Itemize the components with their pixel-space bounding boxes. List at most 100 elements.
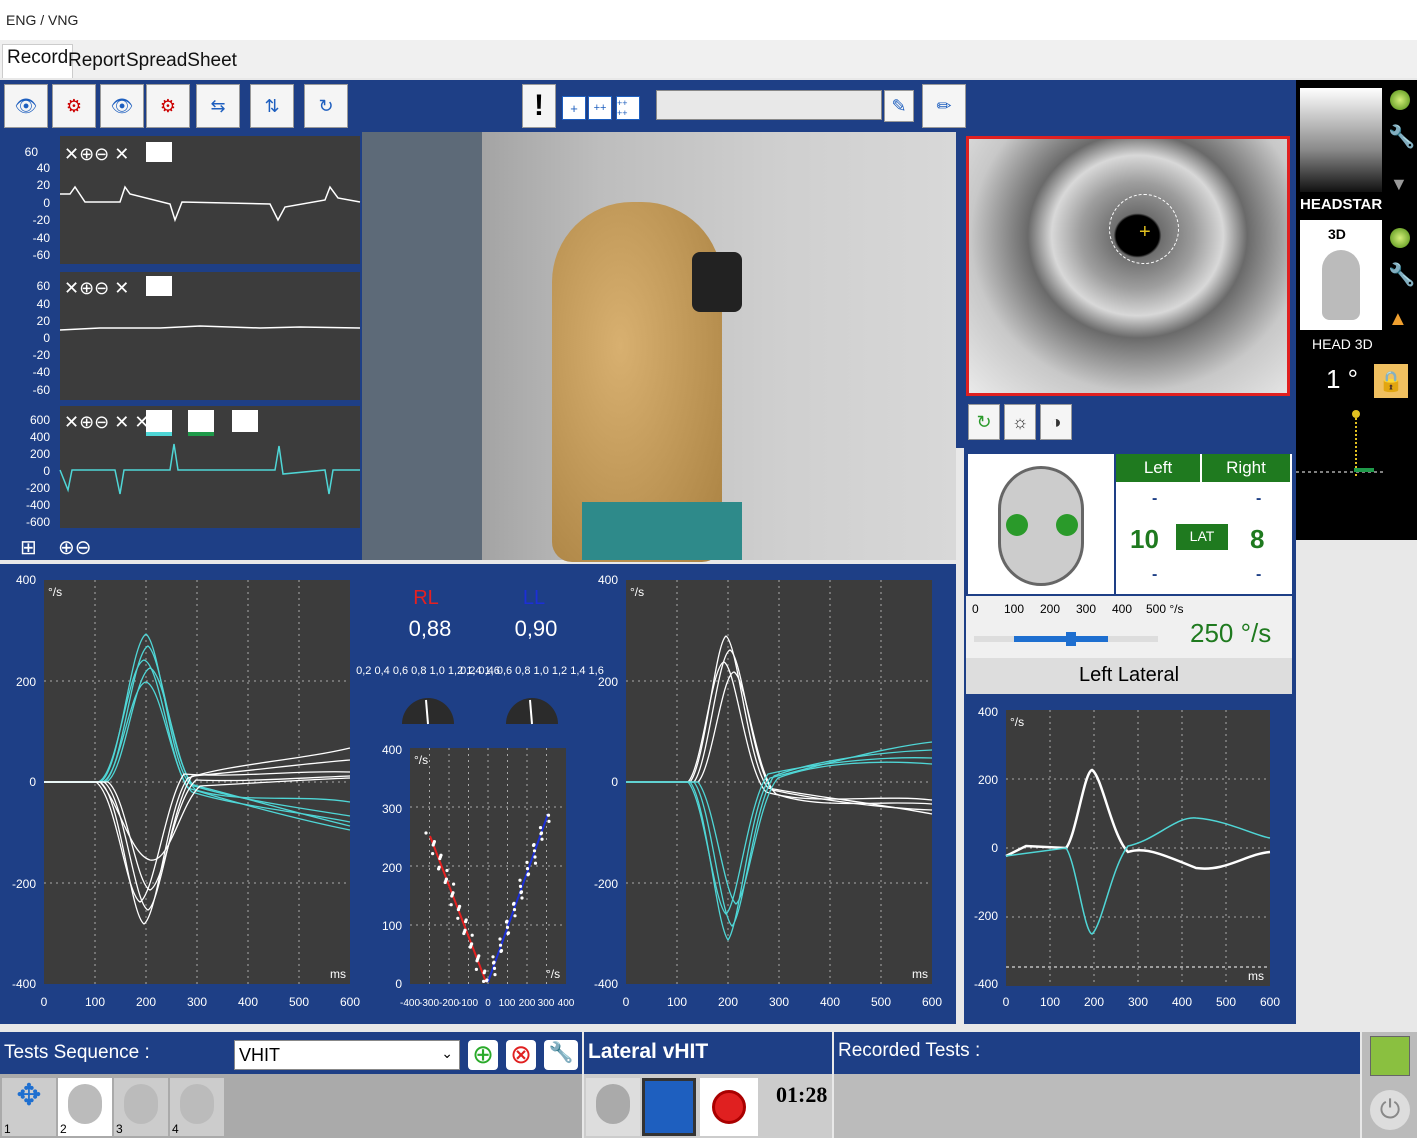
sequence-items: ✥ 1 2 3 4 xyxy=(0,1074,582,1138)
trace1-ticks: 60 40 20 0 -20 -40 -60 xyxy=(25,145,51,262)
speed-slider[interactable] xyxy=(974,632,1158,646)
gear-cancel-icon[interactable]: ⚙ xyxy=(52,84,96,128)
tab-spreadsheet[interactable]: SpreadSheet xyxy=(122,48,241,74)
right-header: Right xyxy=(1202,454,1290,482)
lat-xtick: 600 xyxy=(1260,995,1280,1009)
trace1-zoom-icons[interactable]: ✕⊕⊖ ✕ xyxy=(64,144,129,164)
scatter-point xyxy=(504,920,509,924)
wrench-icon-2[interactable]: 🔧 xyxy=(1388,262,1415,288)
vertical-trace-icon[interactable]: ⇅ xyxy=(250,84,294,128)
horizontal-trace-icon[interactable]: ⇆ xyxy=(196,84,240,128)
contrast-icon[interactable]: ◑ xyxy=(1040,404,1072,440)
right-plot-xunit: ms xyxy=(912,967,928,981)
torsion-trace-icon[interactable]: ↻ xyxy=(304,84,348,128)
right-xtick: 300 xyxy=(769,995,789,1009)
speed-slider-handle[interactable] xyxy=(1066,632,1076,646)
export-icon[interactable] xyxy=(1370,1036,1410,1076)
scatter-point xyxy=(475,959,479,963)
gear-cancel-icon-2[interactable]: ⚙ xyxy=(146,84,190,128)
sequence-select-value: VHIT xyxy=(239,1045,281,1065)
trace3-ticks: 600 400 200 0 -200 -400 -600 xyxy=(26,413,50,529)
stimulus-button[interactable] xyxy=(642,1078,696,1136)
trace1-mode-icon[interactable] xyxy=(146,142,172,162)
trace3-tick: -600 xyxy=(26,515,50,529)
speed-tick: 200 xyxy=(1040,602,1061,616)
left-ytick: 200 xyxy=(16,675,36,689)
lat-xtick: 500 xyxy=(1216,995,1236,1009)
record-button[interactable] xyxy=(700,1078,758,1136)
scatter-point xyxy=(532,849,537,853)
reg-xtick: -200 xyxy=(439,998,459,1009)
add-sequence-button[interactable]: ⊕ xyxy=(468,1040,498,1070)
lateral-plot-xunit: ms xyxy=(1248,969,1264,983)
add-single-button[interactable]: + xyxy=(562,96,586,120)
brightness-icon[interactable]: ☼ xyxy=(1004,404,1036,440)
power-icon[interactable]: ⏻ xyxy=(1370,1090,1410,1130)
lat-xtick: 200 xyxy=(1084,995,1104,1009)
lock-icon[interactable]: 🔒 xyxy=(1374,364,1408,398)
reg-xtick: 200 xyxy=(519,998,536,1009)
right-xtick: 400 xyxy=(820,995,840,1009)
tab-report[interactable]: Report xyxy=(64,48,129,74)
refresh-icon[interactable]: ↻ xyxy=(968,404,1000,440)
trace1-tick: -60 xyxy=(33,248,51,262)
speed-tick: 100 xyxy=(1004,602,1025,616)
trace1-tick: -40 xyxy=(33,231,51,245)
wrench-icon-3[interactable]: 🔧 xyxy=(544,1040,578,1070)
edit-icon[interactable]: ✏ xyxy=(922,84,966,128)
chevron-down-icon[interactable]: ▼ xyxy=(1390,174,1408,195)
scatter-point xyxy=(452,882,456,886)
sequence-select[interactable]: VHIT ⌄ xyxy=(234,1040,460,1070)
headstar-device-image xyxy=(1300,88,1382,192)
reg-ytick: 200 xyxy=(382,861,402,875)
scatter-point xyxy=(506,932,510,936)
timer: 01:28 xyxy=(776,1082,828,1107)
vertical-eyes-icon[interactable]: 👁 xyxy=(100,84,144,128)
right-ytick: -400 xyxy=(594,977,618,991)
tests-sequence-bar: Tests Sequence : VHIT ⌄ ⊕ ⊗ 🔧 xyxy=(0,1032,582,1074)
remove-sequence-button[interactable]: ⊗ xyxy=(506,1040,536,1070)
headstar-panel: HEADSTAR 3D HEAD 3D 1 ° xyxy=(1296,80,1386,540)
trace1-tick: 40 xyxy=(37,161,51,175)
scatter-point xyxy=(470,933,474,937)
threed-label: 3D xyxy=(1328,226,1346,242)
camera-video xyxy=(362,132,956,562)
trace3-tick: 400 xyxy=(30,430,50,444)
sequence-item-3[interactable]: 3 xyxy=(114,1078,168,1136)
left-count: 10 xyxy=(1130,524,1159,554)
note-input[interactable] xyxy=(656,90,882,120)
expand-icon[interactable]: ⊞ xyxy=(20,537,37,559)
sequence-item-4[interactable]: 4 xyxy=(170,1078,224,1136)
goggles-shape xyxy=(692,252,742,312)
scatter-point xyxy=(456,916,460,920)
scatter-point xyxy=(493,973,497,977)
lat-ytick: 400 xyxy=(978,705,998,719)
record-icon xyxy=(712,1090,746,1124)
tab-record[interactable]: Record xyxy=(2,44,74,78)
chevron-down-icon: ⌄ xyxy=(441,1045,453,1061)
scatter-point xyxy=(526,873,530,877)
sequence-item-1[interactable]: ✥ 1 xyxy=(2,1078,56,1136)
right-ytick: 400 xyxy=(598,573,618,587)
lat-xtick: 400 xyxy=(1172,995,1192,1009)
horizontal-eyes-icon[interactable]: 👁 xyxy=(4,84,48,128)
scatter-point xyxy=(474,967,478,971)
sequence-item-2[interactable]: 2 xyxy=(58,1078,112,1136)
scatter-point xyxy=(443,880,447,885)
trace3-tick: -400 xyxy=(26,498,50,512)
speed-tick: 400 xyxy=(1112,602,1133,616)
scatter-point xyxy=(511,902,516,906)
zoom-all-icon[interactable]: ⊕⊖ xyxy=(58,537,92,559)
lat-mode-button[interactable]: LAT xyxy=(1176,524,1228,550)
alert-button[interactable]: ! xyxy=(522,84,556,128)
scatter-point xyxy=(484,979,489,983)
trace2-zoom-icons[interactable]: ✕⊕⊖ ✕ xyxy=(64,278,129,298)
wrench-icon[interactable]: 🔧 xyxy=(1388,124,1415,150)
trace2-mode-icon[interactable] xyxy=(146,276,172,296)
add-quad-button[interactable]: ++ ++ xyxy=(616,96,640,120)
scatter-point xyxy=(464,920,468,924)
pen-icon[interactable]: ✎ xyxy=(884,90,914,122)
scatter-point xyxy=(498,943,503,947)
add-double-button[interactable]: ++ xyxy=(588,96,612,120)
scatter-point xyxy=(538,826,543,830)
